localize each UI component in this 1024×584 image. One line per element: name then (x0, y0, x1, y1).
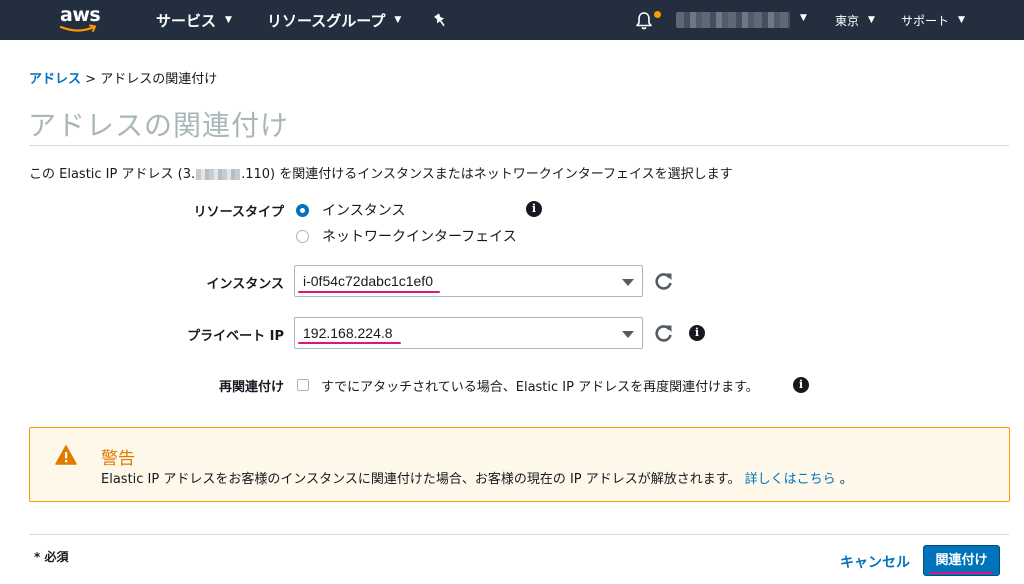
resource-groups-menu[interactable]: リソースグループ ▼ (267, 0, 401, 40)
warning-icon (55, 445, 77, 465)
top-nav-bar: aws サービス ▼ リソースグループ ▼ ▼ 東京 ▼ サポート ▼ (0, 0, 1024, 40)
resource-groups-menu-label: リソースグループ (267, 11, 386, 30)
warning-body: Elastic IP アドレスをお客様のインスタンスに関連付けた場合、お客様の現… (101, 468, 853, 487)
cancel-button[interactable]: キャンセル (840, 552, 910, 572)
warning-alert: 警告 Elastic IP アドレスをお客様のインスタンスに関連付けた場合、お客… (29, 427, 1010, 502)
radio-network-interface[interactable] (296, 230, 309, 243)
chevron-down-icon: ▼ (394, 15, 402, 25)
warning-body-text: Elastic IP アドレスをお客様のインスタンスに関連付けた場合、お客様の現… (101, 472, 741, 487)
warning-title: 警告 (101, 449, 135, 469)
ip-redacted (196, 169, 241, 180)
support-menu-label: サポート (901, 13, 950, 28)
breadcrumb-current: アドレスの関連付け (100, 72, 218, 87)
info-icon[interactable]: i (793, 377, 809, 393)
radio-network-interface-label[interactable]: ネットワークインターフェイス (322, 226, 517, 246)
private-ip-select-value: 192.168.224.8 (303, 325, 393, 341)
annotation-underline (298, 291, 440, 293)
description-text-start: この Elastic IP アドレス (3. (29, 167, 196, 182)
reassociate-label: 再関連付け (218, 380, 284, 395)
chevron-down-icon: ▼ (868, 15, 875, 25)
chevron-down-icon: ▼ (225, 15, 232, 25)
notification-dot (654, 11, 661, 18)
learn-more-link[interactable]: 詳しくはこちら (745, 472, 836, 487)
instance-label: インスタンス (206, 277, 284, 292)
title-divider (29, 145, 1009, 146)
caret-down-icon (622, 279, 634, 286)
aws-smile-icon (60, 24, 97, 32)
annotation-underline (298, 342, 401, 344)
footer-divider (29, 534, 1009, 535)
private-ip-select[interactable]: 192.168.224.8 (294, 317, 643, 349)
services-menu[interactable]: サービス ▼ (156, 0, 232, 40)
info-icon[interactable]: i (526, 201, 542, 217)
reassociate-checkbox[interactable] (297, 379, 309, 391)
caret-down-icon (622, 331, 634, 338)
private-ip-label: プライベート IP (187, 329, 284, 344)
refresh-icon[interactable] (654, 271, 674, 291)
pin-icon[interactable] (432, 12, 448, 28)
annotation-underline (930, 572, 993, 574)
services-menu-label: サービス (156, 11, 217, 30)
info-icon[interactable]: i (689, 325, 705, 341)
region-menu-label: 東京 (835, 13, 860, 28)
aws-logo-text: aws (60, 4, 101, 26)
bell-icon[interactable] (634, 11, 654, 31)
account-name-redacted[interactable] (676, 12, 790, 28)
radio-instance-label[interactable]: インスタンス (322, 200, 405, 220)
chevron-down-icon[interactable]: ▼ (800, 13, 807, 23)
aws-logo[interactable]: aws (58, 4, 104, 36)
required-note: * 必須 (34, 550, 69, 564)
breadcrumb: アドレス > アドレスの関連付け (29, 68, 217, 87)
page-title: アドレスの関連付け (28, 109, 290, 142)
instance-select-value: i-0f54c72dabc1c1ef0 (303, 273, 433, 289)
page-description: この Elastic IP アドレス (3. .110) を関連付けるインスタンス… (29, 163, 733, 182)
description-text-end: .110) を関連付けるインスタンスまたはネットワークインターフェイスを選択しま… (241, 167, 733, 182)
support-menu[interactable]: サポート ▼ (901, 0, 965, 40)
resource-type-label: リソースタイプ (193, 205, 284, 220)
reassociate-checkbox-label[interactable]: すでにアタッチされている場合、Elastic IP アドレスを再度関連付けます。 (321, 376, 759, 395)
warning-body-suffix: 。 (839, 472, 853, 487)
chevron-down-icon: ▼ (958, 15, 965, 25)
region-menu[interactable]: 東京 ▼ (835, 0, 875, 40)
breadcrumb-addresses-link[interactable]: アドレス (29, 72, 81, 87)
radio-instance[interactable] (296, 204, 309, 217)
breadcrumb-separator: > (85, 72, 97, 87)
refresh-icon[interactable] (654, 323, 674, 343)
